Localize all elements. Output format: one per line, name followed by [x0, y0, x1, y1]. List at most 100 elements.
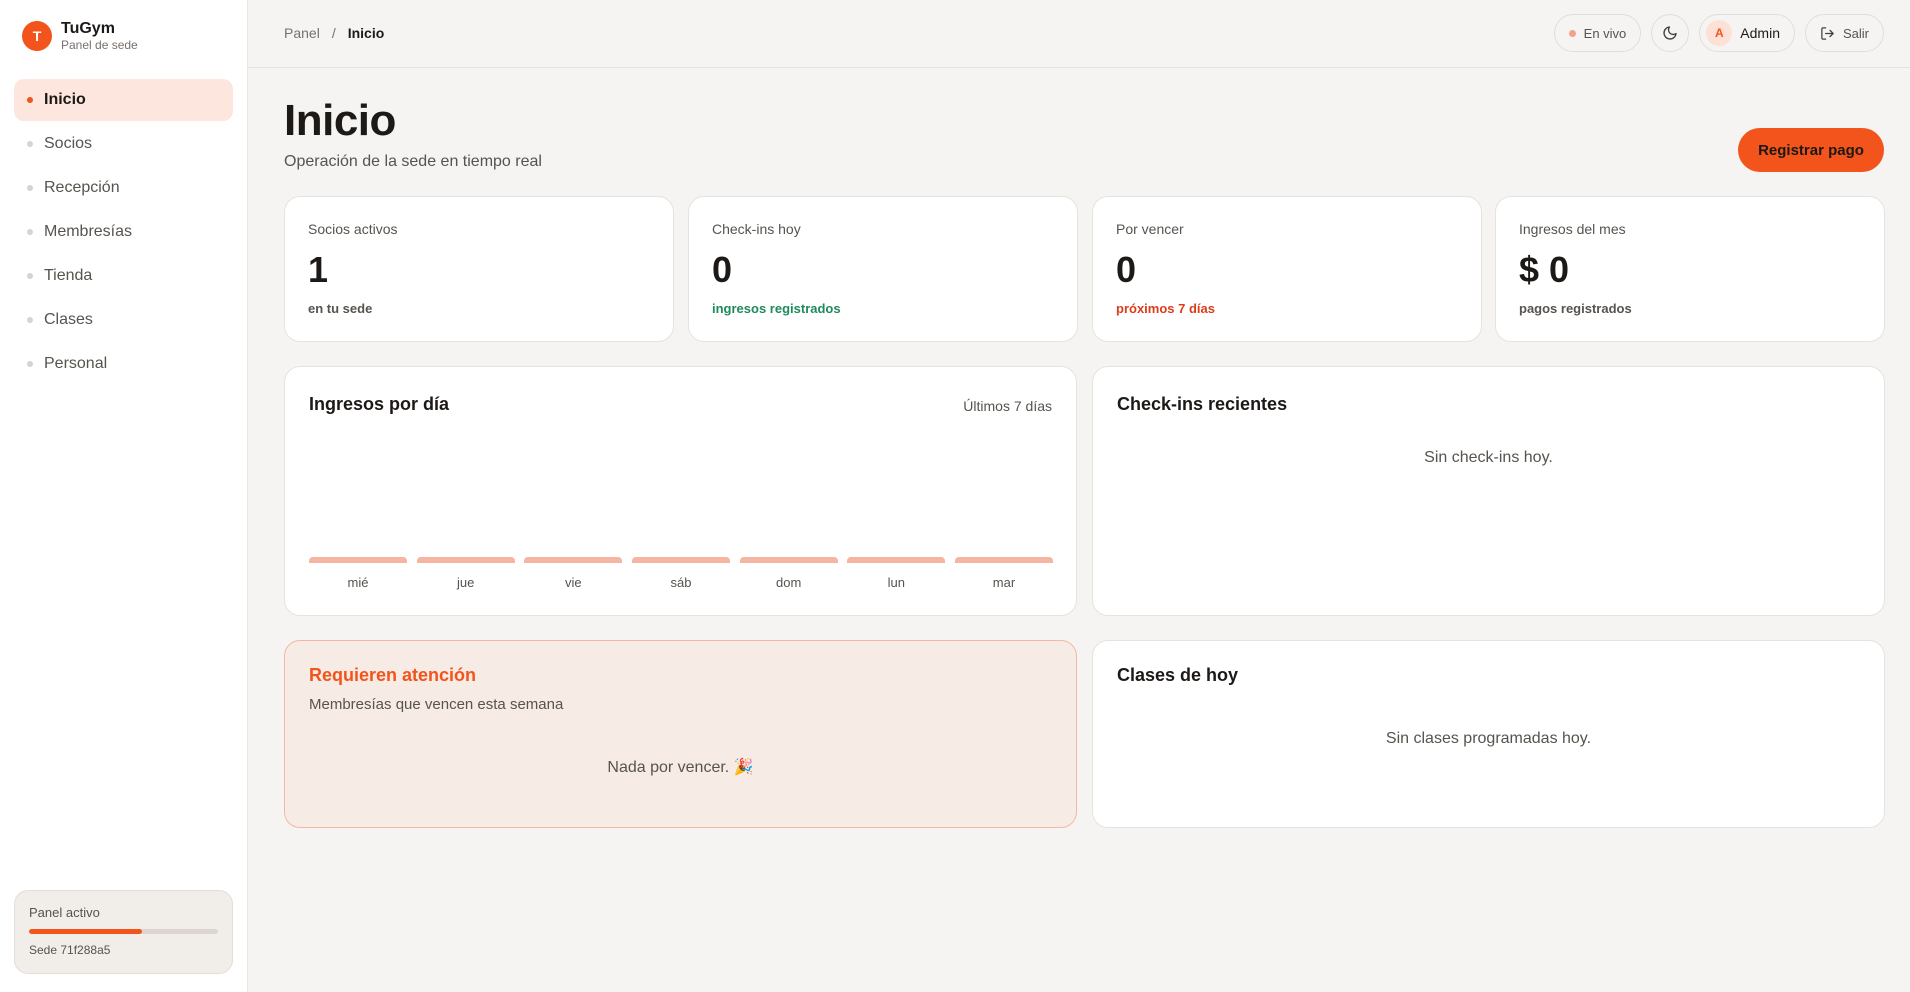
revenue-by-day-card: Ingresos por día Últimos 7 días mié jue …	[284, 366, 1077, 616]
panel-progress-track	[29, 929, 218, 934]
date-range-label: Últimos 7 días	[963, 398, 1052, 414]
bar-column: mié	[309, 557, 407, 590]
card-title: Ingresos por día	[309, 394, 450, 414]
attention-title: Requieren atención	[309, 665, 477, 685]
logout-icon	[1821, 26, 1834, 40]
page-title: Inicio	[284, 96, 396, 145]
stat-card-monthly-revenue: Ingresos del mes $ 0 pagos registrados	[1495, 196, 1885, 342]
stat-label: Check-ins hoy	[712, 221, 801, 237]
brand-subtitle: Panel de sede	[61, 38, 138, 52]
stat-card-expiring: Por vencer 0 próximos 7 días	[1092, 196, 1482, 342]
sede-id: Sede 71f288a5	[29, 943, 111, 957]
stat-foot: en tu sede	[308, 301, 373, 316]
avatar: A	[1706, 20, 1733, 46]
sidebar-nav: Inicio Socios Recepción Membresías Tiend…	[14, 79, 233, 387]
sidebar-item-label: Tienda	[44, 267, 93, 284]
revenue-bar	[955, 557, 1053, 563]
live-label: En vivo	[1583, 25, 1627, 41]
breadcrumb-current: Inicio	[347, 25, 385, 41]
sidebar-item-inicio[interactable]: Inicio	[14, 79, 233, 121]
moon-icon	[1663, 26, 1677, 40]
live-dot-icon	[1568, 29, 1576, 37]
bar-column: dom	[739, 557, 838, 590]
live-status-badge: En vivo	[1553, 14, 1642, 52]
sidebar-item-label: Inicio	[44, 91, 86, 108]
revenue-bar	[416, 557, 515, 563]
panel-label: Panel activo	[29, 905, 100, 920]
nav-dot-icon	[27, 361, 33, 367]
stat-value: $ 0	[1519, 249, 1570, 290]
empty-state: Sin check-ins hoy.	[1424, 449, 1553, 466]
sidebar-item-label: Recepción	[44, 179, 120, 196]
stat-value: 1	[308, 249, 329, 290]
revenue-bar	[847, 557, 946, 563]
revenue-bar	[632, 557, 730, 563]
bar-day-label: jue	[457, 575, 475, 590]
stat-label: Socios activos	[308, 221, 398, 237]
recent-checkins-card: Check-ins recientes Sin check-ins hoy.	[1092, 366, 1885, 616]
brand-logo: T	[22, 21, 52, 51]
nav-dot-icon	[27, 97, 33, 103]
card-title: Check-ins recientes	[1117, 394, 1288, 414]
revenue-bar	[309, 557, 407, 563]
stat-foot: ingresos registrados	[712, 301, 841, 316]
sidebar-item-label: Membresías	[44, 223, 133, 240]
revenue-bars: mié jue vie sáb dom lun mar	[309, 557, 1053, 609]
bar-day-label: mié	[347, 575, 369, 590]
sidebar-item-label: Socios	[44, 135, 93, 152]
sidebar: T TuGym Panel de sede Inicio Socios Rece…	[0, 0, 248, 992]
bar-column: lun	[847, 557, 946, 590]
user-name: Admin	[1740, 25, 1780, 41]
top-actions: En vivo A Admin Salir	[1553, 14, 1884, 52]
sidebar-item-recepcion[interactable]: Recepción	[14, 167, 233, 209]
stat-value: 0	[1116, 249, 1137, 290]
nav-dot-icon	[27, 185, 33, 191]
bar-column: sáb	[632, 557, 730, 590]
nav-dot-icon	[27, 317, 33, 323]
sidebar-item-clases[interactable]: Clases	[14, 299, 233, 341]
logout-button[interactable]: Salir	[1804, 14, 1884, 52]
breadcrumb: Panel / Inicio	[284, 25, 384, 41]
revenue-bar	[739, 557, 838, 563]
brand-name: TuGym	[61, 20, 115, 37]
bar-column: vie	[524, 557, 623, 590]
brand[interactable]: T TuGym Panel de sede	[22, 20, 138, 52]
classes-today-card: Clases de hoy Sin clases programadas hoy…	[1092, 640, 1885, 828]
stat-card-active-members: Socios activos 1 en tu sede	[284, 196, 674, 342]
topbar: Panel / Inicio En vivo A Admin Salir	[248, 0, 1910, 68]
sidebar-item-socios[interactable]: Socios	[14, 123, 233, 165]
sidebar-item-label: Clases	[44, 311, 93, 328]
sidebar-item-personal[interactable]: Personal	[14, 343, 233, 385]
bar-column: jue	[416, 557, 515, 590]
breadcrumb-separator: /	[331, 25, 336, 41]
nav-dot-icon	[27, 229, 33, 235]
bar-column: mar	[955, 557, 1053, 590]
sidebar-item-label: Personal	[44, 355, 108, 372]
register-payment-button[interactable]: Registrar pago	[1738, 128, 1884, 172]
stat-foot: próximos 7 días	[1116, 301, 1215, 316]
revenue-bar	[524, 557, 623, 563]
stat-value: 0	[712, 249, 733, 290]
stat-card-checkins-today: Check-ins hoy 0 ingresos registrados	[688, 196, 1078, 342]
sidebar-item-tienda[interactable]: Tienda	[14, 255, 233, 297]
bar-day-label: dom	[776, 575, 802, 590]
active-panel-card: Panel activo Sede 71f288a5	[14, 890, 233, 974]
bar-day-label: lun	[887, 575, 905, 590]
bar-day-label: mar	[992, 575, 1016, 590]
nav-dot-icon	[27, 273, 33, 279]
stat-label: Por vencer	[1116, 221, 1184, 237]
logout-label: Salir	[1842, 25, 1869, 41]
breadcrumb-panel[interactable]: Panel	[284, 25, 320, 41]
theme-toggle-button[interactable]	[1651, 14, 1690, 52]
user-menu-button[interactable]: A Admin	[1699, 14, 1795, 52]
bar-day-label: sáb	[670, 575, 692, 590]
card-title: Clases de hoy	[1117, 665, 1239, 685]
panel-progress-fill	[29, 929, 143, 934]
empty-state: Sin clases programadas hoy.	[1385, 730, 1592, 747]
nav-dot-icon	[27, 141, 33, 147]
sidebar-item-membresias[interactable]: Membresías	[14, 211, 233, 253]
attention-card: Requieren atención Membresías que vencen…	[284, 640, 1077, 828]
bar-day-label: vie	[564, 575, 582, 590]
stat-label: Ingresos del mes	[1519, 221, 1626, 237]
stat-foot: pagos registrados	[1519, 301, 1632, 316]
